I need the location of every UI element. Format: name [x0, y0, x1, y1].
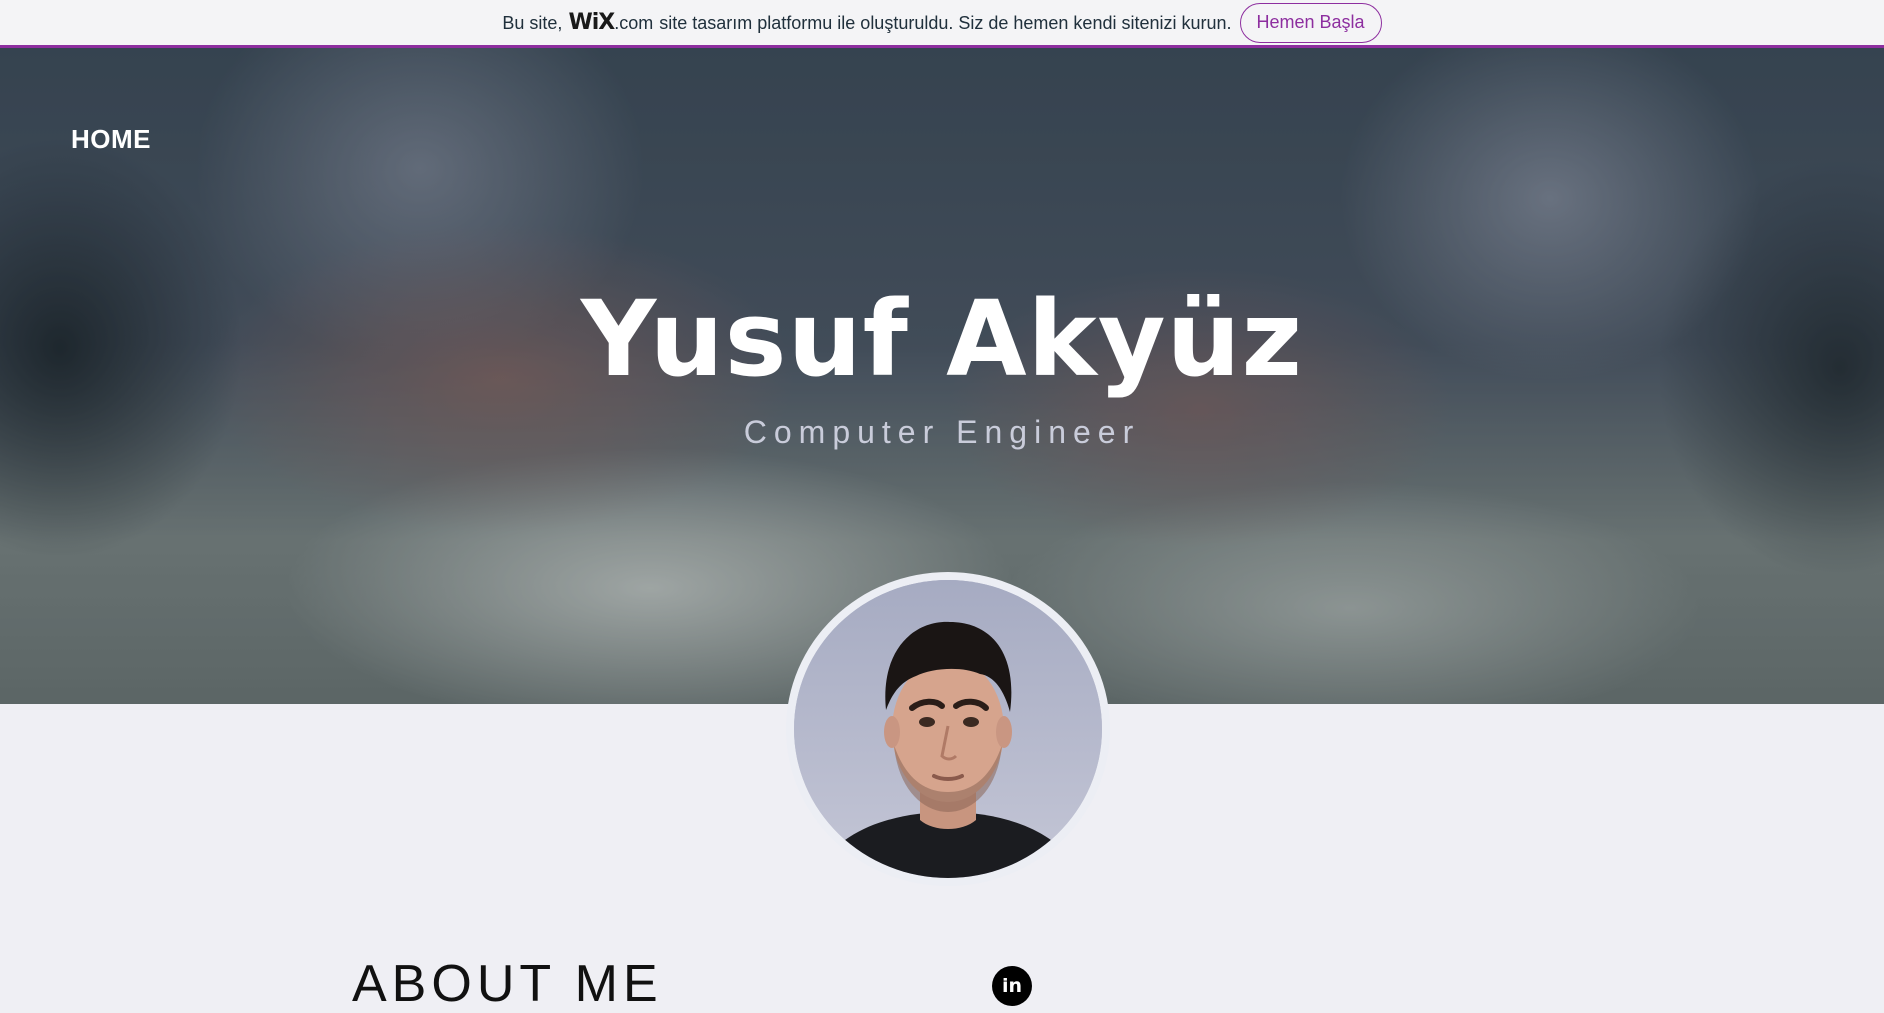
person-portrait: [794, 580, 1102, 878]
hero-subtitle: Computer Engineer: [743, 414, 1141, 450]
nav-home-link[interactable]: HOME: [71, 124, 151, 155]
banner-text: Bu site, WiX .com site tasarım platformu…: [502, 10, 1231, 35]
hero-title: Yusuf Akyüz: [580, 278, 1304, 400]
linkedin-icon[interactable]: in: [992, 966, 1032, 1006]
wix-promo-banner: Bu site, WiX .com site tasarım platformu…: [0, 0, 1884, 48]
wix-logo: WiX: [568, 10, 615, 35]
about-me-heading: ABOUT ME: [352, 955, 663, 1013]
banner-text-before: Bu site,: [502, 13, 563, 33]
person-photo-icon: [794, 580, 1102, 878]
wix-logo-suffix: .com: [614, 13, 654, 33]
start-now-button[interactable]: Hemen Başla: [1239, 2, 1382, 43]
profile-photo: [786, 572, 1110, 886]
banner-text-after: site tasarım platformu ile oluşturuldu. …: [659, 13, 1232, 33]
